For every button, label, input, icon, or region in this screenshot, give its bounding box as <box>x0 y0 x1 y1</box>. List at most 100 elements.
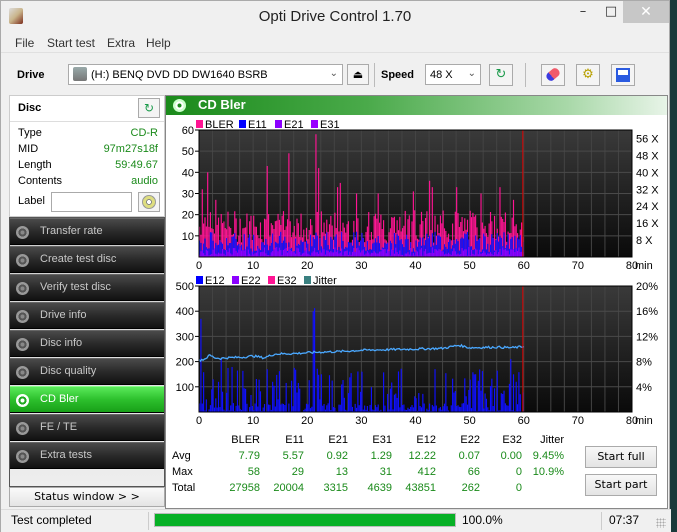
bar-e12 <box>423 403 425 412</box>
nav-drive-info[interactable]: Drive info <box>10 302 164 329</box>
bar-bler <box>339 182 341 257</box>
eject-button[interactable]: ⏏ <box>347 64 369 85</box>
stats-col-header: E11 <box>285 434 304 446</box>
disc-label-button[interactable] <box>138 192 160 212</box>
bar-e12 <box>236 370 239 412</box>
bar-e21 <box>285 247 287 257</box>
bar-e21 <box>286 252 289 257</box>
y2-tick-label: 48 X <box>636 150 659 162</box>
bar-e12 <box>492 406 494 412</box>
bar-e12 <box>328 375 331 412</box>
bar-e21 <box>319 250 321 257</box>
bar-e21 <box>483 250 485 257</box>
nav-transfer-rate[interactable]: Transfer rate <box>10 218 164 245</box>
save-button[interactable] <box>611 64 635 86</box>
stats-value: 3315 <box>323 482 348 494</box>
x-tick-label: 70 <box>572 260 584 272</box>
menu-file[interactable]: File <box>15 36 34 50</box>
bar-e21 <box>341 248 343 257</box>
refresh-speed-button[interactable]: ↻ <box>489 64 513 86</box>
bar-e21 <box>220 253 222 257</box>
speed-select[interactable]: 48 X ⌄ <box>425 64 481 85</box>
nav-extra-tests[interactable]: Extra tests <box>10 442 164 469</box>
drive-select[interactable]: (H:) BENQ DVD DD DW1640 BSRB ⌄ <box>68 64 343 85</box>
bar-e12 <box>458 406 460 412</box>
bar-e12 <box>454 390 456 412</box>
x-tick-label: 60 <box>518 415 530 427</box>
nav-disc-quality[interactable]: Disc quality <box>10 358 164 385</box>
bar-e12 <box>308 380 310 412</box>
start-part-button[interactable]: Start part <box>585 474 657 496</box>
bar-e21 <box>462 250 465 257</box>
disc-label-input[interactable] <box>51 192 132 212</box>
erase-button[interactable] <box>541 64 565 86</box>
bar-e21 <box>243 250 245 257</box>
bar-e12 <box>460 407 462 412</box>
bar-e12 <box>282 403 285 412</box>
bar-e21 <box>332 252 335 257</box>
nav-fe-te[interactable]: FE / TE <box>10 414 164 441</box>
menu-extra[interactable]: Extra <box>107 36 135 50</box>
bar-e21 <box>278 247 280 257</box>
bar-e12 <box>355 407 358 412</box>
disc-gear-icon <box>16 254 29 267</box>
resize-grip[interactable] <box>656 518 666 528</box>
maximize-button[interactable]: □ <box>597 1 625 23</box>
bar-e12 <box>493 388 496 412</box>
bar-e21 <box>288 246 290 257</box>
x-tick-label: 60 <box>518 260 530 272</box>
bar-e21 <box>358 250 360 257</box>
bar-e12 <box>326 405 328 412</box>
y-tick-label: 50 <box>182 146 194 158</box>
bar-e12 <box>462 403 465 412</box>
disc-row-contents: Contents audio <box>18 175 158 191</box>
bar-e12 <box>470 408 473 412</box>
bar-e21 <box>415 250 417 257</box>
stats-col-header: BLER <box>231 434 260 446</box>
bar-e21 <box>479 249 481 257</box>
bar-e21 <box>410 248 412 257</box>
nav-verify-test-disc[interactable]: Verify test disc <box>10 274 164 301</box>
stats-value: 1.29 <box>370 450 392 462</box>
status-window-button[interactable]: Status window > > <box>9 487 165 507</box>
bar-e21 <box>504 249 506 257</box>
bar-e21 <box>320 252 322 257</box>
app-window: Opti Drive Control 1.70 – □ ✕ File Start… <box>0 0 671 532</box>
stats-value: 4639 <box>367 482 392 494</box>
bar-e21 <box>312 251 314 257</box>
bar-bler <box>288 153 290 257</box>
stats-table: BLER E11 E21 E31 E12 E22 E32 Jitter Avg 7… <box>166 432 586 502</box>
bar-e11 <box>249 234 251 257</box>
minimize-button[interactable]: – <box>569 1 597 23</box>
bar-e21 <box>234 248 236 257</box>
bar-e21 <box>454 251 456 257</box>
y-tick-label: 200 <box>176 357 194 369</box>
menu-start-test[interactable]: Start test <box>47 36 95 50</box>
nav-create-test-disc[interactable]: Create test disc <box>10 246 164 273</box>
bar-e21 <box>399 250 401 257</box>
stats-value: 412 <box>417 466 436 478</box>
start-full-button[interactable]: Start full <box>585 446 657 468</box>
bar-e12 <box>281 403 283 412</box>
nav-cd-bler[interactable]: CD Bler <box>10 386 164 413</box>
bar-e12 <box>446 406 448 412</box>
bar-e11 <box>281 242 283 257</box>
bar-e12 <box>512 374 515 412</box>
x-tick-label: 40 <box>409 260 421 272</box>
bar-bler <box>201 189 203 257</box>
bar-e12 <box>396 397 398 412</box>
disc-refresh-button[interactable]: ↻ <box>138 98 160 118</box>
settings-button[interactable]: ⚙ <box>576 64 600 86</box>
disc-row-type: Type CD-R <box>18 127 158 143</box>
bar-e21 <box>438 249 440 257</box>
menu-help[interactable]: Help <box>146 36 171 50</box>
nav-disc-info[interactable]: Disc info <box>10 330 164 357</box>
bar-e12 <box>316 368 318 412</box>
close-button[interactable]: ✕ <box>623 1 669 23</box>
bar-e21 <box>516 250 519 257</box>
chevron-down-icon: ⌄ <box>467 68 476 79</box>
bar-e12 <box>212 379 214 412</box>
bar-e12 <box>230 405 232 412</box>
bar-e21 <box>212 249 214 257</box>
bar-e21 <box>355 248 358 257</box>
